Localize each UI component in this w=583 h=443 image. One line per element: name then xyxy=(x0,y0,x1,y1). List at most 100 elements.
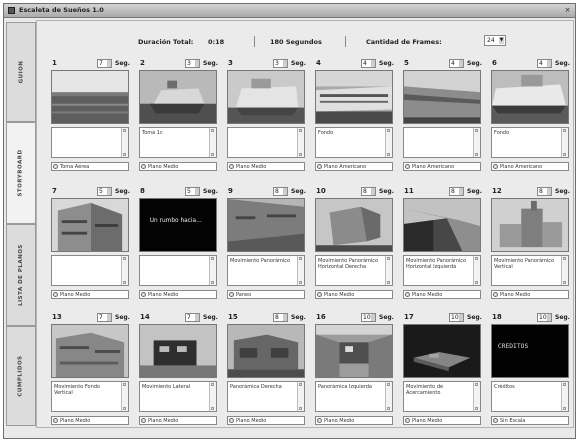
radio-icon[interactable] xyxy=(493,164,498,169)
scroll-up-icon[interactable] xyxy=(211,257,214,260)
spinner-arrows-icon[interactable] xyxy=(459,60,463,67)
description-textarea[interactable]: Movimiento Fondo Vertical xyxy=(51,381,129,412)
frames-select[interactable]: 24 ▼ xyxy=(484,35,506,46)
radio-icon[interactable] xyxy=(229,292,234,297)
scroll-up-icon[interactable] xyxy=(211,129,214,132)
chevron-down-icon[interactable]: ▼ xyxy=(499,37,504,44)
description-textarea[interactable]: Movimiento Panorámico Vertical xyxy=(491,255,569,286)
spinner-arrows-icon[interactable] xyxy=(459,314,463,321)
seconds-spinner[interactable]: 4 xyxy=(361,59,376,68)
scroll-down-icon[interactable] xyxy=(475,281,478,284)
radio-icon[interactable] xyxy=(53,292,58,297)
scroll-down-icon[interactable] xyxy=(563,407,566,410)
tab-lista-de-planos[interactable]: LISTA DE PLANOS xyxy=(6,224,36,326)
scrollbar[interactable] xyxy=(297,128,304,157)
seconds-spinner[interactable]: 7 xyxy=(97,59,112,68)
seconds-spinner[interactable]: 7 xyxy=(97,313,112,322)
shot-type-select[interactable]: Plano Medio xyxy=(139,290,217,299)
scrollbar[interactable] xyxy=(121,128,128,157)
shot-type-select[interactable]: Sin Escala xyxy=(491,416,569,425)
scroll-down-icon[interactable] xyxy=(387,281,390,284)
scrollbar[interactable] xyxy=(473,382,480,411)
scrollbar[interactable] xyxy=(561,382,568,411)
scroll-down-icon[interactable] xyxy=(211,407,214,410)
description-textarea[interactable] xyxy=(51,255,129,286)
shot-type-select[interactable]: Plano Americano xyxy=(403,162,481,171)
radio-icon[interactable] xyxy=(405,418,410,423)
frame-thumbnail[interactable] xyxy=(227,324,305,378)
seconds-spinner[interactable]: 5 xyxy=(185,187,200,196)
spinner-arrows-icon[interactable] xyxy=(195,188,199,195)
scroll-up-icon[interactable] xyxy=(563,383,566,386)
description-textarea[interactable] xyxy=(403,127,481,158)
scrollbar[interactable] xyxy=(209,382,216,411)
frame-thumbnail[interactable] xyxy=(139,70,217,124)
radio-icon[interactable] xyxy=(229,164,234,169)
frame-thumbnail[interactable] xyxy=(227,198,305,252)
spinner-arrows-icon[interactable] xyxy=(283,314,287,321)
scrollbar[interactable] xyxy=(385,256,392,285)
scroll-up-icon[interactable] xyxy=(123,257,126,260)
radio-icon[interactable] xyxy=(53,164,58,169)
scroll-up-icon[interactable] xyxy=(299,383,302,386)
shot-type-select[interactable]: Toma Aérea xyxy=(51,162,129,171)
frame-thumbnail[interactable] xyxy=(315,324,393,378)
frame-thumbnail[interactable] xyxy=(403,198,481,252)
scrollbar[interactable] xyxy=(561,128,568,157)
scroll-down-icon[interactable] xyxy=(123,153,126,156)
seconds-spinner[interactable]: 3 xyxy=(273,59,288,68)
frame-thumbnail[interactable] xyxy=(51,70,129,124)
shot-type-select[interactable]: Plano Medio xyxy=(139,416,217,425)
frame-thumbnail[interactable] xyxy=(491,70,569,124)
spinner-arrows-icon[interactable] xyxy=(547,60,551,67)
description-textarea[interactable]: Fondo xyxy=(491,127,569,158)
scrollbar[interactable] xyxy=(473,256,480,285)
spinner-arrows-icon[interactable] xyxy=(547,188,551,195)
scroll-down-icon[interactable] xyxy=(123,281,126,284)
scroll-up-icon[interactable] xyxy=(475,383,478,386)
scrollbar[interactable] xyxy=(385,382,392,411)
spinner-arrows-icon[interactable] xyxy=(107,314,111,321)
radio-icon[interactable] xyxy=(141,292,146,297)
shot-type-select[interactable]: Plano Medio xyxy=(491,290,569,299)
shot-type-select[interactable]: Plano Medio xyxy=(139,162,217,171)
shot-type-select[interactable]: Plano Medio xyxy=(227,416,305,425)
shot-type-select[interactable]: Plano Medio xyxy=(403,416,481,425)
frame-thumbnail[interactable] xyxy=(51,324,129,378)
spinner-arrows-icon[interactable] xyxy=(459,188,463,195)
radio-icon[interactable] xyxy=(405,292,410,297)
seconds-spinner[interactable]: 3 xyxy=(185,59,200,68)
scrollbar[interactable] xyxy=(121,256,128,285)
scroll-up-icon[interactable] xyxy=(387,257,390,260)
scrollbar[interactable] xyxy=(209,256,216,285)
spinner-arrows-icon[interactable] xyxy=(371,60,375,67)
seconds-spinner[interactable]: 7 xyxy=(185,313,200,322)
shot-type-select[interactable]: Plano Medio xyxy=(403,290,481,299)
radio-icon[interactable] xyxy=(317,292,322,297)
scroll-down-icon[interactable] xyxy=(123,407,126,410)
scroll-down-icon[interactable] xyxy=(475,153,478,156)
frame-thumbnail[interactable] xyxy=(227,70,305,124)
scrollbar[interactable] xyxy=(121,382,128,411)
scroll-up-icon[interactable] xyxy=(387,129,390,132)
scroll-down-icon[interactable] xyxy=(299,281,302,284)
scroll-down-icon[interactable] xyxy=(211,153,214,156)
scrollbar[interactable] xyxy=(297,382,304,411)
scroll-down-icon[interactable] xyxy=(563,281,566,284)
frame-thumbnail[interactable] xyxy=(315,198,393,252)
seconds-spinner[interactable]: 8 xyxy=(449,187,464,196)
description-textarea[interactable]: Panorámica Derecha xyxy=(227,381,305,412)
radio-icon[interactable] xyxy=(317,418,322,423)
description-textarea[interactable]: Movimiento Lateral xyxy=(139,381,217,412)
frame-thumbnail[interactable] xyxy=(315,70,393,124)
scroll-down-icon[interactable] xyxy=(387,153,390,156)
scroll-up-icon[interactable] xyxy=(387,383,390,386)
description-textarea[interactable] xyxy=(51,127,129,158)
scroll-up-icon[interactable] xyxy=(299,129,302,132)
tab-guion[interactable]: GUION xyxy=(6,22,36,122)
scrollbar[interactable] xyxy=(209,128,216,157)
scrollbar[interactable] xyxy=(385,128,392,157)
scroll-down-icon[interactable] xyxy=(475,407,478,410)
seconds-spinner[interactable]: 8 xyxy=(537,187,552,196)
radio-icon[interactable] xyxy=(317,164,322,169)
